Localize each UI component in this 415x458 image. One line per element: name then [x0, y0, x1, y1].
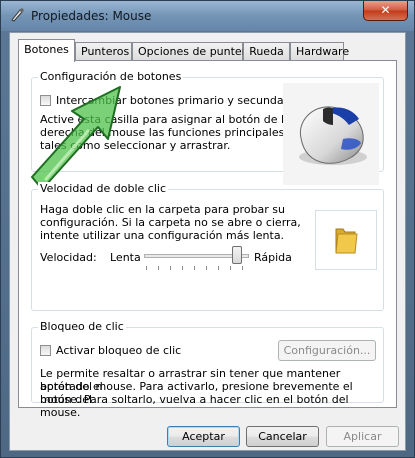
ok-button[interactable]: Aceptar [167, 426, 240, 447]
fast-label: Rápida [254, 251, 292, 264]
apply-button[interactable]: Aplicar [326, 426, 399, 447]
green-arrow-icon [31, 86, 121, 190]
slider-thumb[interactable] [232, 246, 242, 264]
test-folder-area[interactable] [315, 210, 377, 270]
slider-tick [194, 266, 195, 270]
tab-hardware[interactable]: Hardware [290, 42, 349, 61]
double-click-description-line-1: Haga doble clic en la carpeta para proba… [40, 203, 286, 216]
click-lock-legend: Bloqueo de clic [38, 320, 126, 333]
slow-label: Lenta [110, 251, 141, 264]
close-button[interactable]: ✕ [363, 1, 408, 21]
title-bar[interactable]: Propiedades: Mouse ✕ [1, 1, 414, 31]
speed-label: Velocidad: [40, 251, 97, 264]
slider-tick [158, 266, 159, 270]
slider-tick [230, 266, 231, 270]
click-lock-checkbox[interactable] [40, 345, 51, 356]
tab-opciones-de-puntero[interactable]: Opciones de puntero [132, 42, 253, 61]
window-title: Propiedades: Mouse [31, 9, 152, 23]
mouse-illustration-image [283, 83, 379, 185]
cancel-button[interactable]: Cancelar [246, 426, 319, 447]
slider-tick [146, 266, 147, 270]
dialog-client-area: Botones Punteros Opciones de puntero Rue… [9, 32, 406, 451]
slider-tick [170, 266, 171, 270]
double-click-speed-group: Velocidad de doble clic Haga doble clic … [31, 182, 384, 311]
folder-icon[interactable] [333, 225, 359, 255]
double-click-description-line-2: configuración. Si la carpeta no se abre … [40, 216, 301, 229]
tab-punteros[interactable]: Punteros [75, 42, 132, 61]
mouse-properties-window: Propiedades: Mouse ✕ Botones Punteros Op… [0, 0, 415, 458]
slider-tick [206, 266, 207, 270]
double-click-description-line-3: intente utilizar una configuración más l… [40, 229, 285, 242]
mouse-app-icon [11, 8, 24, 22]
tab-rueda[interactable]: Rueda [243, 42, 290, 61]
click-lock-description-line-3: mouse. Para soltarlo, vuelva a hacer cli… [40, 393, 349, 419]
click-lock-group: Bloqueo de clic Activar bloqueo de clic … [31, 320, 384, 419]
tab-botones[interactable]: Botones [18, 39, 75, 62]
click-lock-label[interactable]: Activar bloqueo de clic [56, 344, 181, 357]
double-click-speed-slider[interactable] [144, 246, 249, 272]
click-lock-settings-button[interactable]: Configuración... [278, 340, 376, 361]
botones-tab-panel: Configuración de botones Intercambiar bo… [18, 60, 397, 419]
double-click-legend: Velocidad de doble clic [38, 182, 169, 195]
slider-tick [182, 266, 183, 270]
slider-tick [242, 266, 243, 270]
slider-tick [218, 266, 219, 270]
